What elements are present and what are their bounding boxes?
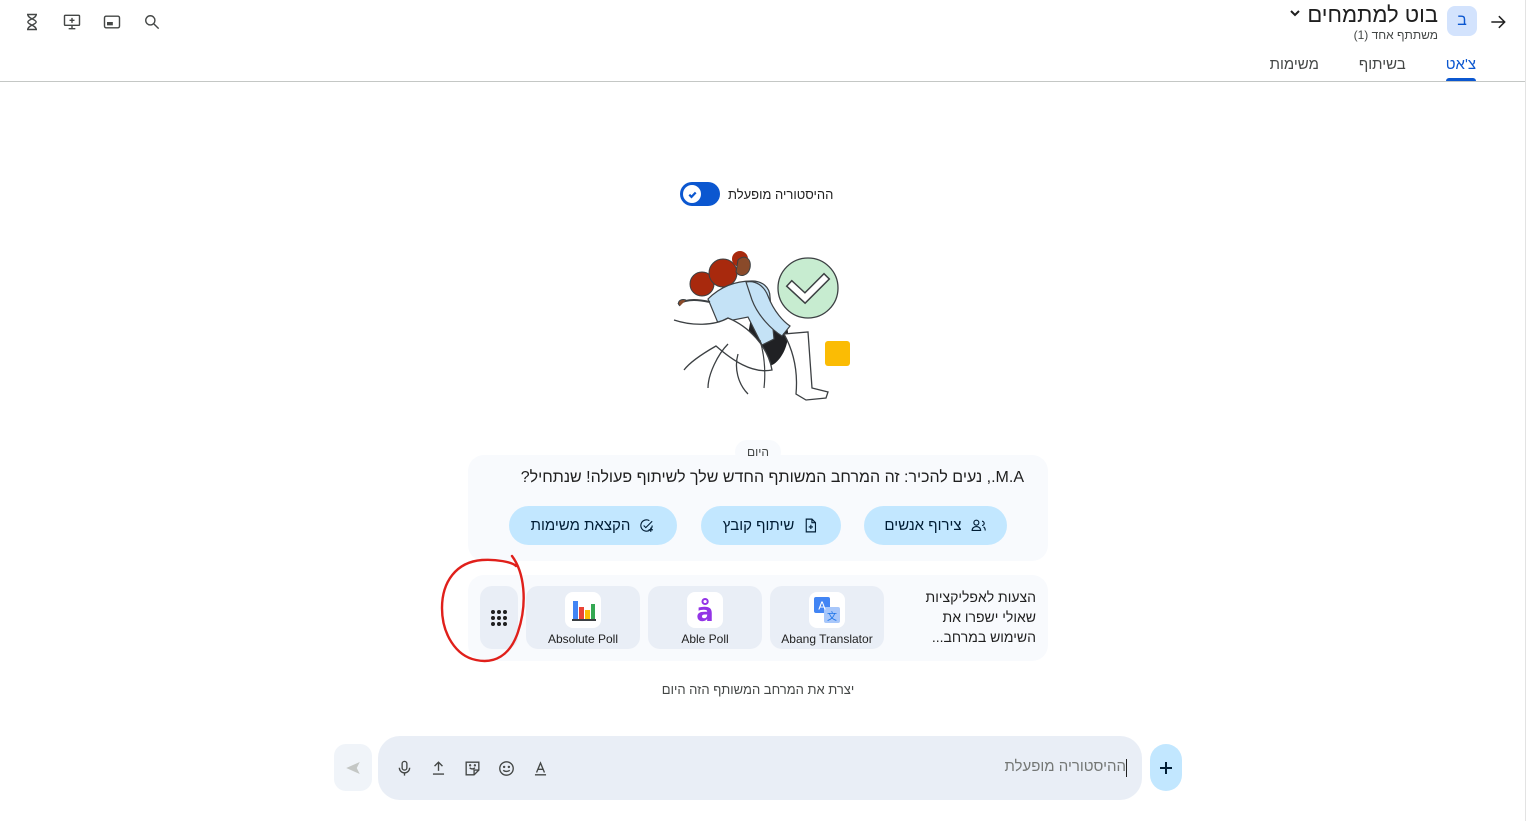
microphone-icon[interactable] (392, 756, 416, 780)
app-name: Able Poll (681, 632, 729, 646)
tab-chat[interactable]: צ'אט (1445, 56, 1477, 81)
history-toggle-row: ההיסטוריה מופעלת (680, 182, 833, 206)
file-share-icon (805, 518, 817, 533)
app-suggestions-text: הצעות לאפליקציות שאולי ישפרו את השימוש ב… (925, 589, 1036, 645)
able-poll-icon: å (687, 592, 723, 628)
date-divider: היום (735, 440, 781, 464)
header-tools (18, 8, 166, 36)
task-add-icon (640, 519, 654, 532)
space-title-button[interactable]: בוט למתמחים (1289, 2, 1438, 28)
upload-icon[interactable] (426, 756, 450, 780)
add-attachment-button[interactable] (1150, 744, 1182, 791)
svg-text:å: å (696, 596, 714, 625)
text-caret (1126, 759, 1127, 777)
app-abang-translator[interactable]: A 文 Abang Translator (770, 586, 884, 649)
sticker-icon[interactable] (460, 756, 484, 780)
chat-space-page: ב בוט למתמחים משתתף אחד (1) צ'אט בשיתוף … (0, 0, 1526, 821)
tab-shared[interactable]: בשיתוף (1359, 56, 1406, 79)
app-able-poll[interactable]: å Able Poll (648, 586, 762, 649)
welcome-message: M.A., נעים להכיר: זה המרחב המשותף החדש ש… (520, 469, 1024, 486)
arrow-right-icon[interactable] (1484, 8, 1512, 36)
text-format-icon[interactable] (528, 756, 552, 780)
search-icon[interactable] (138, 8, 166, 36)
app-name: Abang Translator (781, 632, 873, 646)
history-label: ההיסטוריה מופעלת (728, 186, 834, 202)
svg-text:A: A (818, 600, 826, 613)
assign-tasks-button[interactable]: הקצאת משימות (509, 506, 677, 545)
welcome-card: M.A., נעים להכיר: זה המרחב המשותף החדש ש… (468, 455, 1048, 561)
check-icon (683, 185, 701, 203)
message-composer[interactable]: ההיסטוריה מופעלת (378, 736, 1142, 800)
annotation-circle (440, 554, 525, 663)
svg-text:文: 文 (827, 610, 837, 623)
hourglass-icon[interactable] (18, 8, 46, 36)
composer-tools (392, 756, 552, 780)
add-people-icon (971, 519, 986, 532)
translate-icon: A 文 (809, 592, 845, 628)
present-screen-icon[interactable] (58, 8, 86, 36)
tab-divider (0, 81, 1526, 82)
space-title: בוט למתמחים (1307, 2, 1438, 27)
member-count[interactable]: משתתף אחד (1) (1354, 28, 1438, 42)
emoji-icon[interactable] (494, 756, 518, 780)
assign-tasks-label: הקצאת משימות (530, 517, 631, 534)
picture-in-picture-icon[interactable] (98, 8, 126, 36)
bar-chart-icon (565, 592, 601, 628)
space-tabs: צ'אט בשיתוף משימות (1270, 56, 1477, 81)
tab-tasks[interactable]: משימות (1270, 56, 1319, 79)
share-file-button[interactable]: שיתוף קובץ (701, 506, 841, 545)
space-avatar: ב (1447, 6, 1477, 36)
welcome-illustration (673, 251, 850, 401)
message-input[interactable]: ההיסטוריה מופעלת (1004, 758, 1126, 775)
app-suggestions: הצעות לאפליקציות שאולי ישפרו את השימוש ב… (468, 575, 1048, 661)
add-people-label: צירוף אנשים (884, 517, 962, 534)
history-toggle[interactable] (680, 182, 720, 206)
app-absolute-poll[interactable]: Absolute Poll (526, 586, 640, 649)
share-file-label: שיתוף קובץ (722, 517, 795, 534)
space-created-note: יצרת את המרחב המשותף הזה היום (661, 682, 855, 697)
chevron-down-icon (1289, 6, 1301, 24)
send-button[interactable] (334, 744, 372, 791)
send-icon (346, 761, 360, 774)
plus-icon (1160, 761, 1172, 774)
add-people-button[interactable]: צירוף אנשים (864, 506, 1007, 545)
app-name: Absolute Poll (547, 632, 619, 646)
